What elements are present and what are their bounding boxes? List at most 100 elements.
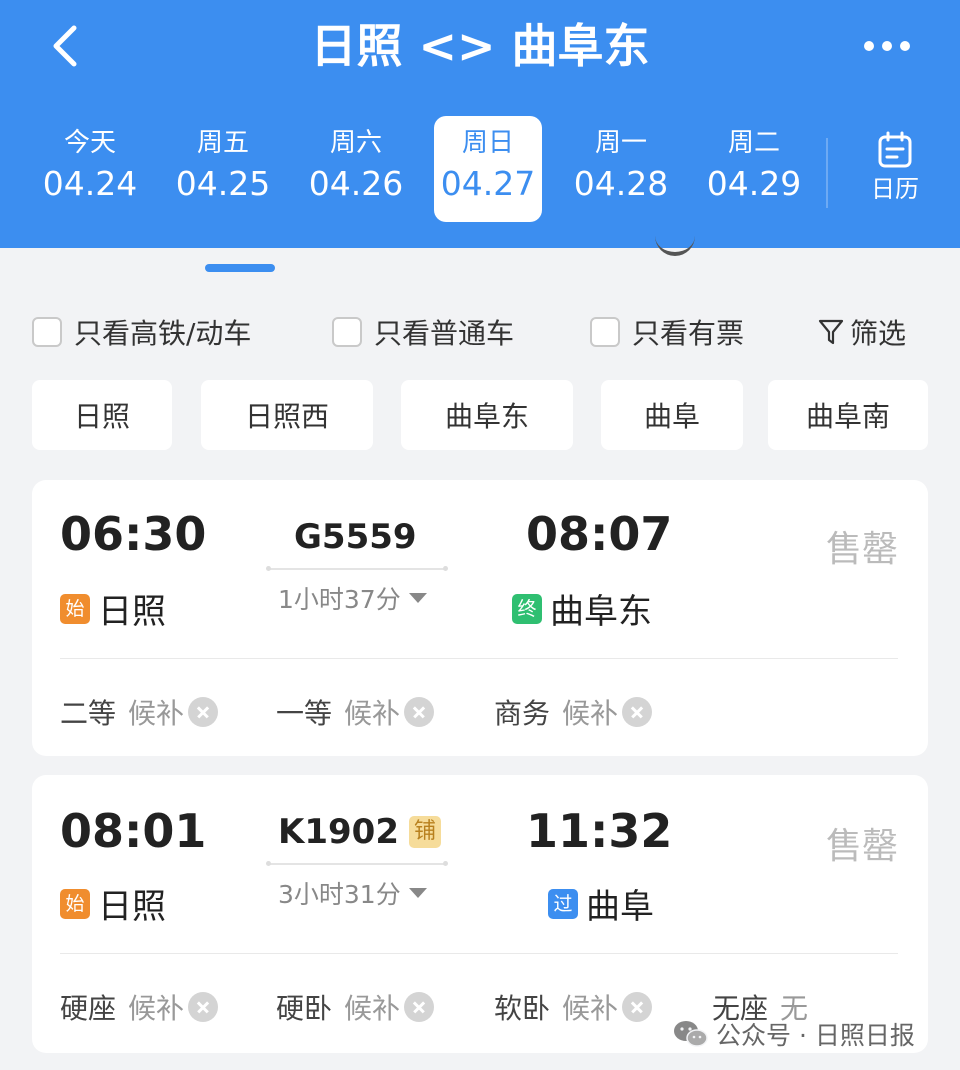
card-divider	[60, 953, 898, 954]
date-tab-date: 04.26	[308, 164, 404, 203]
duration-toggle[interactable]: 3小时31分	[278, 875, 427, 911]
seat-hard-sleeper[interactable]: 硬卧 候补	[276, 987, 435, 1027]
terminal-badge: 终	[512, 593, 542, 624]
seat-availability: 候补	[562, 992, 619, 1025]
checkbox[interactable]	[590, 317, 620, 347]
calendar-button[interactable]: 日历	[852, 128, 938, 218]
duration-text: 3小时31分	[278, 880, 401, 909]
wechat-icon	[674, 1021, 708, 1047]
date-tab-0425[interactable]: 周五 04.25	[169, 116, 277, 222]
departure-station: 始 日照	[60, 584, 166, 633]
train-number-text: G5559	[294, 517, 417, 557]
filter-label: 只看普通车	[374, 317, 515, 350]
date-tab-date: 04.28	[573, 164, 669, 203]
duration-toggle[interactable]: 1小时37分	[278, 580, 427, 616]
station-chip-qufu[interactable]: 曲阜	[601, 380, 743, 450]
more-button[interactable]	[852, 28, 922, 64]
date-tab-weekday: 周二	[727, 128, 780, 158]
start-badge: 始	[60, 593, 90, 624]
date-tab-weekday: 周一	[594, 128, 647, 158]
watermark: 公众号 · 日照日报	[672, 1016, 915, 1052]
filter-high-speed-only[interactable]: 只看高铁/动车	[32, 312, 251, 352]
seat-class: 硬座	[60, 992, 117, 1025]
close-circle-icon	[188, 697, 219, 727]
filter-button[interactable]: 筛选	[818, 312, 906, 352]
caret-down-icon	[408, 888, 427, 898]
seat-class: 商务	[494, 697, 551, 730]
calendar-icon	[878, 131, 912, 168]
station-chip-qufu-nan[interactable]: 曲阜南	[768, 380, 928, 450]
start-badge: 始	[60, 888, 90, 919]
date-tab-date: 04.27	[440, 164, 536, 203]
filter-available-only[interactable]: 只看有票	[590, 312, 744, 352]
seat-soft-sleeper[interactable]: 软卧 候补	[494, 987, 653, 1027]
close-circle-icon	[404, 697, 435, 727]
seat-availability: 候补	[562, 697, 619, 730]
station-chip-rizhao[interactable]: 日照	[32, 380, 172, 450]
card-divider	[60, 658, 898, 659]
seat-availability: 候补	[128, 697, 185, 730]
checkbox[interactable]	[332, 317, 362, 347]
seat-business-class[interactable]: 商务 候补	[494, 692, 653, 732]
arrival-station-name: 曲阜东	[550, 592, 652, 632]
departure-time: 08:01	[60, 804, 207, 858]
pass-through-badge: 过	[548, 888, 578, 919]
close-circle-icon	[188, 992, 219, 1022]
station-chip-qufu-dong[interactable]: 曲阜东	[401, 380, 573, 450]
checkbox[interactable]	[32, 317, 62, 347]
arrival-station: 终 曲阜东	[512, 584, 652, 633]
chevron-left-icon	[53, 25, 77, 67]
filter-label: 只看有票	[632, 317, 745, 350]
tab-strip	[0, 248, 960, 278]
close-circle-icon	[622, 697, 653, 727]
sold-out-status: 售罄	[825, 529, 898, 570]
train-number-text: K1902	[278, 812, 399, 852]
train-card-k1902[interactable]: 08:01 K1902 铺 3小时31分 11:32 始 日照 过 曲阜 售罄 …	[32, 775, 928, 1053]
train-number: G5559	[294, 516, 417, 558]
seat-class: 硬卧	[276, 992, 333, 1025]
departure-time: 06:30	[60, 507, 207, 561]
calendar-label: 日历	[871, 175, 919, 203]
seat-class: 二等	[60, 697, 117, 730]
seat-class: 软卧	[494, 992, 551, 1025]
date-tab-weekday: 周五	[196, 128, 249, 158]
departure-station-name: 日照	[98, 592, 166, 632]
sold-out-status: 售罄	[825, 826, 898, 867]
calendar-divider	[826, 138, 828, 208]
filter-regular-only[interactable]: 只看普通车	[332, 312, 514, 352]
seat-first-class[interactable]: 一等 候补	[276, 692, 435, 732]
date-tab-0427-selected[interactable]: 周日 04.27	[434, 116, 542, 222]
date-tab-0428[interactable]: 周一 04.28	[567, 116, 675, 222]
seat-availability: 候补	[344, 697, 401, 730]
funnel-icon	[818, 319, 844, 345]
route-title: 日照 <> 曲阜东	[310, 19, 650, 73]
departure-station: 始 日照	[60, 879, 166, 928]
date-tab-0426[interactable]: 周六 04.26	[302, 116, 410, 222]
arrival-station-name: 曲阜	[586, 887, 654, 927]
seat-second-class[interactable]: 二等 候补	[60, 692, 219, 732]
train-card-g5559[interactable]: 06:30 G5559 1小时37分 08:07 始 日照 终 曲阜东 售罄 二…	[32, 480, 928, 756]
close-circle-icon	[404, 992, 435, 1022]
seat-availability: 候补	[128, 992, 185, 1025]
date-tab-weekday: 今天	[63, 128, 116, 158]
back-button[interactable]	[44, 22, 88, 70]
date-tab-date: 04.25	[175, 164, 271, 203]
filter-label: 只看高铁/动车	[74, 317, 252, 350]
date-tab-date: 04.29	[706, 164, 802, 203]
route-line	[266, 566, 448, 571]
date-tab-date: 04.24	[42, 164, 138, 203]
more-horizontal-icon	[864, 41, 874, 51]
route-line	[266, 861, 448, 866]
date-tab-weekday: 周日	[461, 128, 514, 158]
station-chip-rizhao-xi[interactable]: 日照西	[201, 380, 373, 450]
seat-hard-seat[interactable]: 硬座 候补	[60, 987, 219, 1027]
filter-row: 只看高铁/动车 只看普通车 只看有票 筛选	[32, 300, 932, 360]
close-circle-icon	[622, 992, 653, 1022]
filter-button-label: 筛选	[850, 317, 907, 350]
seat-class: 一等	[276, 697, 333, 730]
date-tab-weekday: 周六	[329, 128, 382, 158]
date-tab-0424[interactable]: 今天 04.24	[36, 116, 144, 222]
arrival-time: 11:32	[526, 804, 673, 858]
sleeper-badge: 铺	[408, 816, 441, 848]
date-tab-0429[interactable]: 周二 04.29	[700, 116, 808, 222]
